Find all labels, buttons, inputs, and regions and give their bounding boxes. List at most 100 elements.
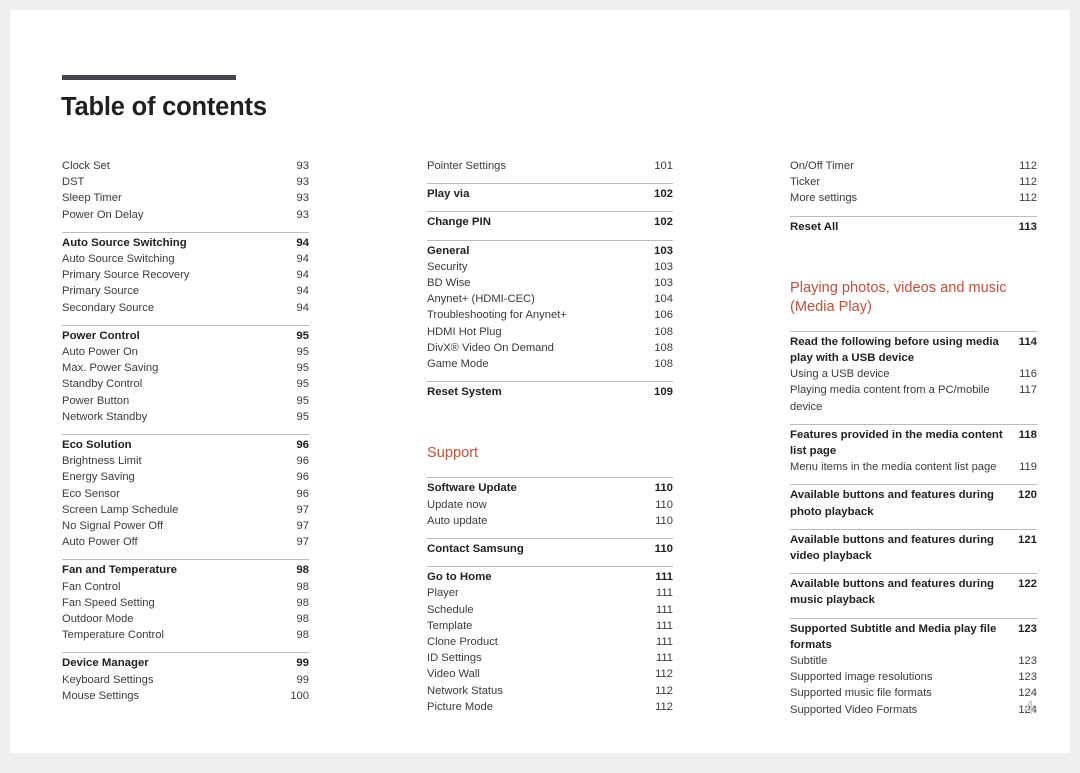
toc-entry[interactable]: Primary Source Recovery 94 bbox=[62, 267, 309, 283]
toc-entry[interactable]: Game Mode 108 bbox=[427, 356, 673, 372]
toc-entry[interactable]: Menu items in the media content list pag… bbox=[790, 459, 1037, 475]
toc-page-number: 93 bbox=[296, 208, 309, 221]
toc-entry-label: Ticker bbox=[790, 176, 821, 189]
toc-section-heading[interactable]: Fan and Temperature 98 bbox=[62, 560, 309, 578]
toc-section-heading[interactable]: General 103 bbox=[427, 241, 673, 259]
toc-section-heading[interactable]: Eco Solution 96 bbox=[62, 435, 309, 453]
toc-section-heading[interactable]: Reset System 109 bbox=[427, 382, 673, 400]
toc-entry-label: Max. Power Saving bbox=[62, 362, 159, 375]
toc-entry[interactable]: Pointer Settings 101 bbox=[427, 158, 673, 174]
toc-entry[interactable]: DivX® Video On Demand 108 bbox=[427, 340, 673, 356]
toc-entry[interactable]: Ticker 112 bbox=[790, 174, 1037, 190]
toc-entry[interactable]: Auto Power On 95 bbox=[62, 344, 309, 360]
toc-entry[interactable]: Clock Set 93 bbox=[62, 158, 309, 174]
toc-entry[interactable]: Outdoor Mode 98 bbox=[62, 611, 309, 627]
toc-page-number: 102 bbox=[653, 188, 673, 201]
toc-entry-label: Fan Speed Setting bbox=[62, 596, 155, 609]
toc-entry[interactable]: Video Wall 112 bbox=[427, 666, 673, 682]
toc-entry-label: General bbox=[427, 244, 470, 257]
toc-page-number: 93 bbox=[296, 192, 309, 205]
toc-entry[interactable]: Brightness Limit 96 bbox=[62, 453, 309, 469]
toc-entry[interactable]: Network Standby 95 bbox=[62, 409, 309, 425]
toc-section-heading[interactable]: Device Manager 99 bbox=[62, 653, 309, 671]
toc-entry[interactable]: Secondary Source 94 bbox=[62, 300, 309, 316]
toc-entry-label: Mouse Settings bbox=[62, 689, 140, 702]
toc-entry-label: BD Wise bbox=[427, 277, 471, 290]
toc-entry[interactable]: Security 103 bbox=[427, 259, 673, 275]
toc-section-heading[interactable]: 114 Read the following before using media… bbox=[790, 332, 1037, 366]
toc-entry[interactable]: Schedule 111 bbox=[427, 602, 673, 618]
toc-page-number: 95 bbox=[296, 378, 309, 391]
toc-section-heading[interactable]: Power Control 95 bbox=[62, 326, 309, 344]
toc-entry[interactable]: Fan Control 98 bbox=[62, 579, 309, 595]
toc-page-number: 103 bbox=[654, 260, 673, 273]
toc-section-heading[interactable]: 123 Supported Subtitle and Media play fil… bbox=[790, 619, 1037, 653]
toc-entry[interactable]: On/Off Timer 112 bbox=[790, 158, 1037, 174]
toc-entry[interactable]: More settings 112 bbox=[790, 190, 1037, 206]
toc-entry[interactable]: ID Settings 111 bbox=[427, 650, 673, 666]
toc-page-number: 96 bbox=[296, 455, 309, 468]
toc-section-heading[interactable]: 121 Available buttons and features during… bbox=[790, 530, 1037, 564]
toc-section-heading[interactable]: Go to Home 111 bbox=[427, 567, 673, 585]
toc-section-heading[interactable]: Change PIN 102 bbox=[427, 212, 673, 230]
toc-entry[interactable]: Max. Power Saving 95 bbox=[62, 360, 309, 376]
toc-entry[interactable]: Temperature Control 98 bbox=[62, 627, 309, 643]
toc-entry[interactable]: Primary Source 94 bbox=[62, 283, 309, 299]
toc-entry[interactable]: Subtitle 123 bbox=[790, 653, 1037, 669]
toc-entry[interactable]: Auto update 110 bbox=[427, 513, 673, 529]
toc-entry[interactable]: Supported Video Formats 124 bbox=[790, 702, 1037, 718]
toc-page-number: 103 bbox=[654, 277, 673, 290]
toc-section: Pointer Settings 101 bbox=[427, 158, 673, 174]
toc-page-number: 93 bbox=[296, 176, 309, 189]
toc-section-heading[interactable]: 118 Features provided in the media conten… bbox=[790, 425, 1037, 459]
toc-entry-label: Eco Solution bbox=[62, 439, 132, 452]
toc-entry[interactable]: Player 111 bbox=[427, 585, 673, 601]
toc-section-heading[interactable]: 120 Available buttons and features during… bbox=[790, 485, 1037, 519]
toc-entry[interactable]: No Signal Power Off 97 bbox=[62, 518, 309, 534]
toc-entry[interactable]: DST 93 bbox=[62, 174, 309, 190]
toc-entry[interactable]: Sleep Timer 93 bbox=[62, 190, 309, 206]
toc-entry[interactable]: Troubleshooting for Anynet+ 106 bbox=[427, 307, 673, 323]
toc-entry[interactable]: Power On Delay 93 bbox=[62, 207, 309, 223]
toc-entry[interactable]: HDMI Hot Plug 108 bbox=[427, 324, 673, 340]
toc-entry[interactable]: Clone Product 111 bbox=[427, 634, 673, 650]
toc-entry-label: Available buttons and features during vi… bbox=[790, 533, 995, 563]
toc-section: Fan and Temperature 98 Fan Control 98 Fan Sp… bbox=[62, 550, 309, 643]
toc-entry[interactable]: Mouse Settings 100 bbox=[62, 688, 309, 704]
toc-entry[interactable]: Keyboard Settings 99 bbox=[62, 672, 309, 688]
toc-section-heading[interactable]: Contact Samsung 110 bbox=[427, 539, 673, 557]
toc-section-heading[interactable]: Play via 102 bbox=[427, 184, 673, 202]
toc-section: Eco Solution 96 Brightness Limit 96 Energy S… bbox=[62, 425, 309, 550]
toc-entry[interactable]: Network Status 112 bbox=[427, 683, 673, 699]
toc-entry[interactable]: Using a USB device 116 bbox=[790, 366, 1037, 382]
toc-entry[interactable]: Standby Control 95 bbox=[62, 376, 309, 392]
toc-entry[interactable]: Auto Source Switching 94 bbox=[62, 251, 309, 267]
toc-entry[interactable]: Auto Power Off 97 bbox=[62, 534, 309, 550]
toc-entry[interactable]: Screen Lamp Schedule 97 bbox=[62, 502, 309, 518]
toc-entry-label: Video Wall bbox=[427, 668, 480, 681]
toc-page-number: 111 bbox=[655, 571, 673, 584]
toc-entry[interactable]: Template 111 bbox=[427, 618, 673, 634]
toc-entry[interactable]: Fan Speed Setting 98 bbox=[62, 595, 309, 611]
toc-entry[interactable]: Power Button 95 bbox=[62, 393, 309, 409]
toc-entry[interactable]: Supported music file formats 124 bbox=[790, 685, 1037, 701]
toc-entry[interactable]: Anynet+ (HDMI-CEC) 104 bbox=[427, 291, 673, 307]
toc-page-number: 108 bbox=[654, 325, 673, 338]
toc-entry[interactable]: Update now 110 bbox=[427, 497, 673, 513]
toc-entry[interactable]: Eco Sensor 96 bbox=[62, 486, 309, 502]
toc-page-number: 95 bbox=[296, 329, 309, 342]
toc-page-number: 110 bbox=[654, 482, 673, 495]
toc-section-heading[interactable]: 122 Available buttons and features during… bbox=[790, 574, 1037, 608]
toc-section-heading[interactable]: Reset All 113 bbox=[790, 217, 1037, 235]
toc-entry[interactable]: BD Wise 103 bbox=[427, 275, 673, 291]
toc-section-heading[interactable]: Auto Source Switching 94 bbox=[62, 233, 309, 251]
toc-page-number: 110 bbox=[655, 498, 673, 511]
toc-entry[interactable]: Playing media content from a PC/mobile d… bbox=[790, 382, 1037, 414]
toc-entry[interactable]: Supported image resolutions 123 bbox=[790, 669, 1037, 685]
toc-entry[interactable]: Energy Saving 96 bbox=[62, 469, 309, 485]
toc-section-heading[interactable]: Software Update 110 bbox=[427, 478, 673, 496]
toc-entry[interactable]: Picture Mode 112 bbox=[427, 699, 673, 715]
toc-entry-label: Read the following before using media pl… bbox=[790, 335, 999, 365]
toc-page-number: 123 bbox=[1018, 671, 1037, 684]
